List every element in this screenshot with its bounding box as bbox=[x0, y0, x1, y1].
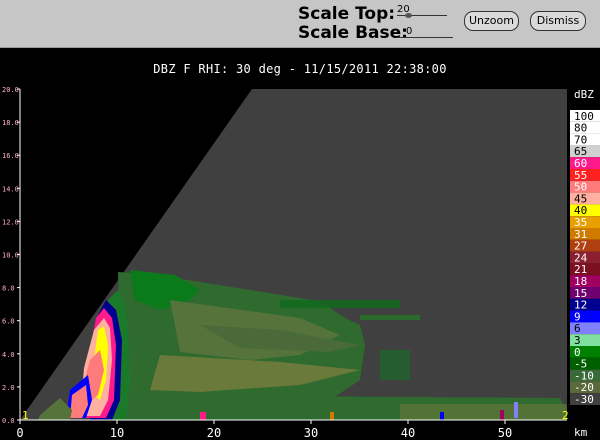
colorbar-level-label: -30 bbox=[574, 393, 594, 406]
x-tick-label: 20 bbox=[207, 426, 221, 440]
y-tick-label: 6.0 bbox=[2, 318, 15, 326]
y-tick-label: 0.0 bbox=[2, 417, 15, 425]
corner-label-right: 2 bbox=[562, 409, 569, 422]
scale-top-label: Scale Top: bbox=[298, 4, 396, 24]
toolbar: Scale Top: 20 Scale Base: 0 Unzoom Dismi… bbox=[0, 0, 600, 48]
scale-base-slider[interactable] bbox=[397, 37, 453, 38]
y-tick-label: 18.0 bbox=[2, 119, 19, 127]
dbz-colorbar: 100807065605550454035312724211815129630-… bbox=[570, 110, 600, 406]
scale-base-label: Scale Base: bbox=[298, 23, 408, 43]
y-tick-label: 10.0 bbox=[2, 252, 19, 260]
x-unit-label: km bbox=[574, 426, 588, 439]
y-tick-label: 20.0 bbox=[2, 86, 19, 94]
y-tick-label: 2.0 bbox=[2, 384, 15, 392]
corner-label-left: 1 bbox=[22, 409, 29, 422]
scale-top-slider-handle[interactable] bbox=[405, 13, 412, 18]
unzoom-button[interactable]: Unzoom bbox=[464, 11, 519, 31]
plot-title: DBZ F RHI: 30 deg - 11/15/2011 22:38:00 bbox=[153, 62, 447, 76]
x-tick-label: 50 bbox=[498, 426, 512, 440]
x-tick-label: 40 bbox=[401, 426, 415, 440]
scale-base-value: 0 bbox=[406, 26, 413, 37]
colorbar-unit: dBZ bbox=[574, 88, 594, 101]
dismiss-button[interactable]: Dismiss bbox=[530, 11, 586, 31]
y-axis-ticks: 0.0 2.0 4.0 6.0 8.0 10.0 12.0 14.0 16.0 18.0 20.0 bbox=[2, 86, 20, 425]
y-tick-label: 16.0 bbox=[2, 152, 19, 160]
x-axis-ticks: 0 10 20 30 40 50 bbox=[16, 420, 512, 440]
rhi-plot[interactable]: 0.0 2.0 4.0 6.0 8.0 10.0 12.0 14.0 16.0 18.0 2 0.0 … bbox=[0, 80, 600, 440]
y-tick-label: 14.0 bbox=[2, 185, 19, 193]
y-tick-label: 4.0 bbox=[2, 351, 15, 359]
x-tick-label: 0 bbox=[16, 426, 23, 440]
y-tick-label: 8.0 bbox=[2, 285, 15, 293]
x-tick-label: 10 bbox=[110, 426, 124, 440]
x-tick-label: 30 bbox=[304, 426, 318, 440]
y-tick-label: 12.0 bbox=[2, 218, 19, 226]
